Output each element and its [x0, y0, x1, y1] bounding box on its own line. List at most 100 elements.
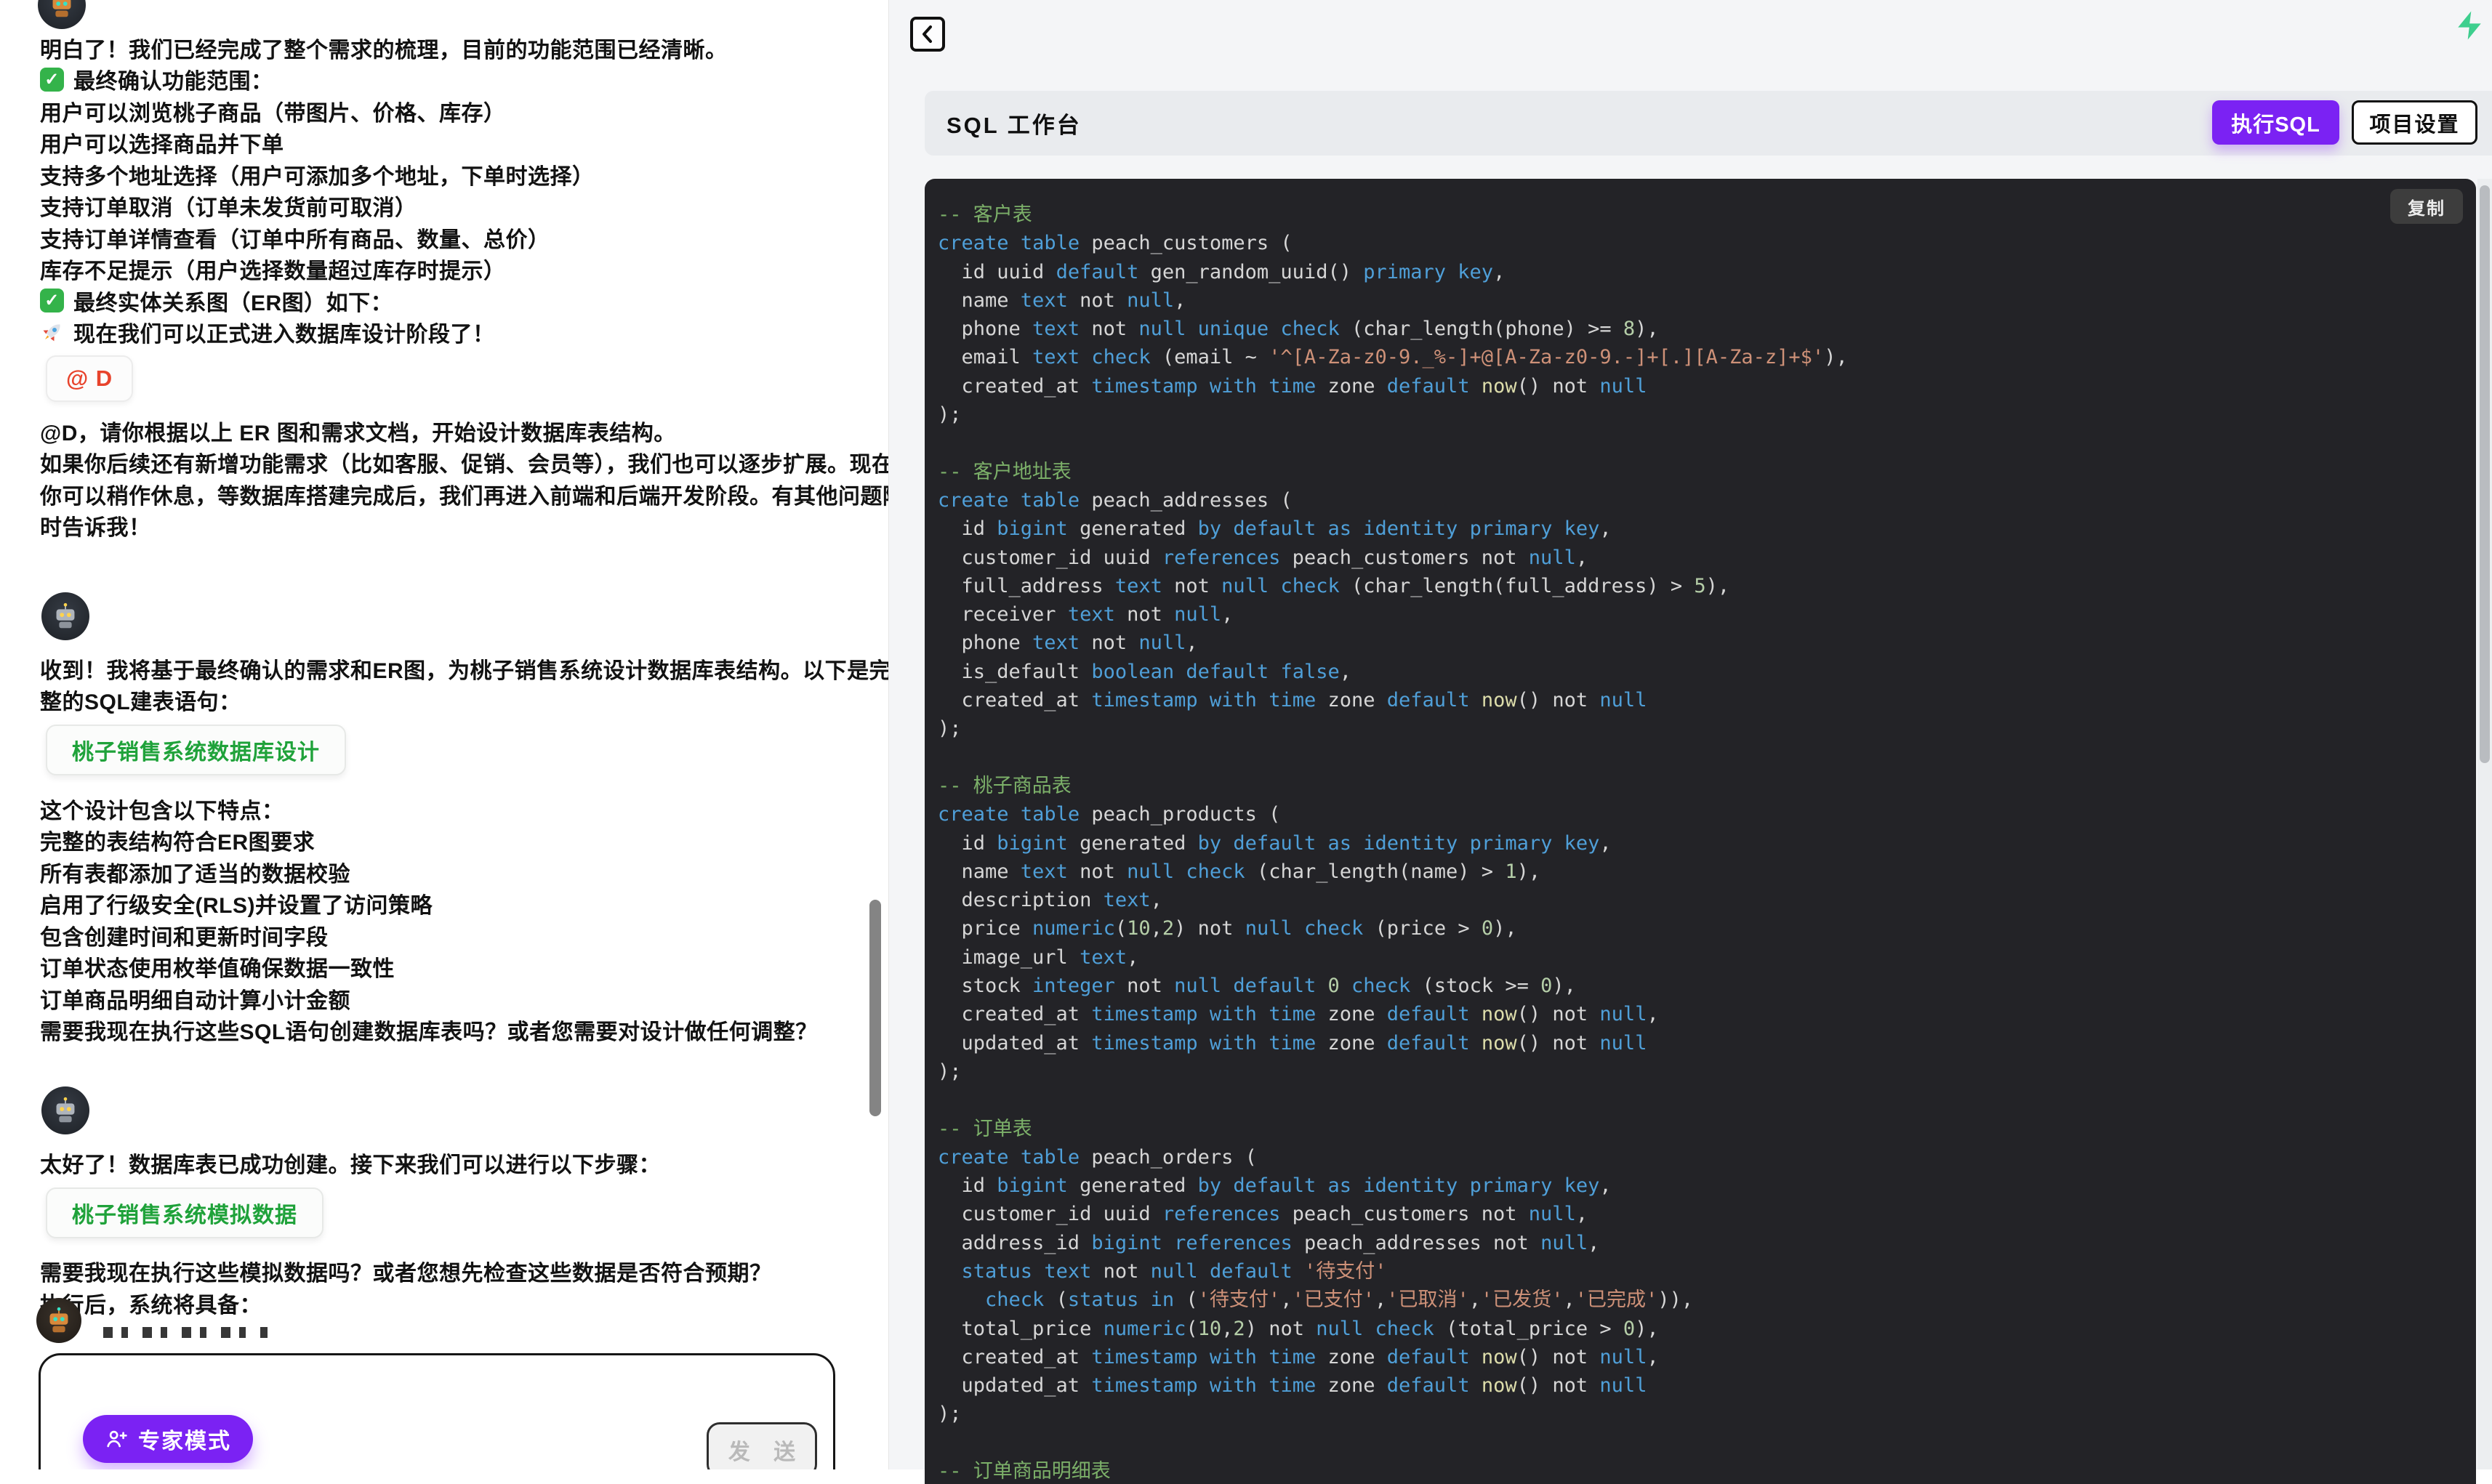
message-input[interactable] [58, 1368, 715, 1408]
code-line: ); [938, 717, 962, 741]
chat-panel: 明白了！我们已经完成了整个需求的梳理，目前的功能范围已经清晰。 ✓ 最终确认功能范围… [0, 0, 888, 1469]
robot-icon [52, 0, 71, 17]
code-line: created_at timestamp with time zone defa… [938, 1003, 1659, 1026]
run-sql-button[interactable]: 执行SQL [2212, 100, 2339, 145]
code-line: -- 客户地址表 [938, 460, 1072, 483]
code-line: create table peach_orders ( [938, 1145, 1257, 1169]
chat-line: 如果你后续还有新增功能需求（比如客服、促销、会员等），我们也可以逐步扩展。现在 [40, 453, 888, 477]
code-line: -- 订单表 [938, 1117, 1032, 1140]
code-line: id uuid default gen_random_uuid() primar… [938, 260, 1506, 283]
chat-line: 订单商品明细自动计算小计金额 [40, 988, 350, 1013]
chat-line: 支持订单取消（订单未发货前可取消） [40, 196, 417, 221]
chat-line: 执行后，系统将具备： [40, 1293, 262, 1318]
code-line: -- 订单商品明细表 [938, 1460, 1111, 1483]
chat-line: 支持多个地址选择（用户可添加多个地址，下单时选择） [40, 164, 595, 189]
expert-mode-label: 专家模式 [138, 1429, 231, 1453]
code-line: create table peach_customers ( [938, 232, 1293, 255]
chat-line: 订单状态使用枚举值确保数据一致性 [40, 957, 395, 982]
code-line: phone text not null unique check (char_l… [938, 318, 1659, 341]
chat-line: 启用了行级安全(RLS)并设置了访问策略 [40, 894, 433, 919]
robot-icon [56, 602, 75, 629]
chat-line: ✓ 最终实体关系图（ER图）如下： [40, 285, 847, 317]
code-line: stock integer not null default 0 check (… [938, 975, 1576, 998]
clipped-text-fragment [103, 1327, 268, 1338]
collapse-panel-button[interactable] [910, 17, 945, 52]
code-line: check (status in ('待支付','已支付','已取消','已发货… [985, 1289, 1694, 1312]
chat-line: 包含创建时间和更新时间字段 [40, 925, 329, 950]
code-line: id bigint generated by default as identi… [938, 831, 1612, 855]
code-line: updated_at timestamp with time zone defa… [938, 1374, 1647, 1398]
code-line: created_at timestamp with time zone defa… [938, 689, 1647, 712]
code-line: created_at timestamp with time zone defa… [938, 374, 1647, 398]
code-line: name text not null check (char_length(na… [938, 860, 1541, 883]
chat-message: 明白了！我们已经完成了整个需求的梳理，目前的功能范围已经清晰。 ✓ 最终确认功能范围… [40, 32, 888, 541]
code-line: customer_id uuid references peach_custom… [938, 1203, 1588, 1226]
message-input-box[interactable]: 专家模式 发 送 [39, 1353, 835, 1469]
chevron-left-icon [923, 25, 932, 43]
send-button[interactable]: 发 送 [707, 1422, 817, 1469]
chat-line: 需要我现在执行这些模拟数据吗？或者您想先检查这些数据是否符合预期？ [40, 1262, 772, 1286]
sql-workbench-panel: SQL 工作台 执行SQL 项目设置 -- 客户表 create table pe… [889, 0, 2492, 1484]
code-line: full_address text not null check (char_l… [938, 574, 1730, 597]
chat-line: ✓ 最终确认功能范围： [40, 64, 847, 96]
code-line: is_default boolean default false, [938, 660, 1352, 683]
sql-code[interactable]: -- 客户表 create table peach_customers ( id … [925, 179, 2476, 1484]
code-line: id bigint generated by default as identi… [938, 517, 1612, 541]
code-line: id bigint generated by default as identi… [938, 1174, 1612, 1198]
chat-message: 太好了！数据库表已成功创建。接下来我们可以进行以下步骤： 桃子销售系统模拟数据需要… [40, 1147, 847, 1319]
code-line: address_id bigint references peach_addre… [938, 1231, 1600, 1254]
expert-person-plus-icon [107, 1430, 127, 1448]
robot-icon [56, 1097, 75, 1123]
chat-line: 用户可以浏览桃子商品（带图片、价格、库存） [40, 101, 506, 126]
code-line: price numeric(10,2) not null check (pric… [938, 917, 1517, 940]
chat-line: 需要我现在执行这些SQL语句创建数据库表吗？或者您需要对设计做任何调整？ [40, 1020, 818, 1045]
code-line: phone text not null, [938, 632, 1198, 655]
chat-line: 你可以稍作休息，等数据库搭建完成后，我们再进入前端和后端开发阶段。有其他问题随 [40, 484, 888, 509]
project-settings-button[interactable]: 项目设置 [2352, 100, 2477, 145]
code-line: name text not null, [938, 289, 1186, 312]
mention-card-d[interactable]: @ D [46, 355, 133, 402]
chat-line: 库存不足提示（用户选择数量超过库存时提示） [40, 259, 506, 284]
code-scrollbar-thumb[interactable] [2480, 185, 2490, 763]
chat-scrollbar-thumb[interactable] [869, 900, 881, 1116]
code-scrollbar-track[interactable] [2477, 179, 2492, 1469]
chat-line: 用户可以选择商品并下单 [40, 133, 284, 158]
code-line: image_url text, [938, 945, 1139, 969]
code-line: -- 客户表 [938, 203, 1032, 226]
code-line: ); [938, 1060, 962, 1083]
code-line: updated_at timestamp with time zone defa… [938, 1031, 1647, 1054]
supabase-bolt-icon [2458, 11, 2481, 40]
code-line: ); [938, 403, 962, 427]
rocket-emoji-icon [40, 320, 65, 344]
user-avatar [36, 1298, 81, 1343]
code-line: created_at timestamp with time zone defa… [938, 1345, 1659, 1368]
code-line: create table peach_addresses ( [938, 488, 1293, 512]
code-line: total_price numeric(10,2) not null check… [938, 1317, 1659, 1340]
check-emoji-icon: ✓ [40, 289, 64, 313]
chat-line: 这个设计包含以下特点： [40, 799, 284, 823]
copy-button[interactable]: 复制 [2390, 189, 2463, 224]
workbench-title: SQL 工作台 [946, 113, 1082, 138]
chat-message: 收到！我将基于最终确认的需求和ER图，为桃子销售系统设计数据库表结构。以下是完整… [40, 653, 888, 1046]
code-line: email text check (email ~ '^[A-Za-z0-9._… [938, 346, 1848, 369]
expert-mode-button[interactable]: 专家模式 [83, 1415, 253, 1463]
artifact-link-card[interactable]: 桃子销售系统数据库设计 [46, 725, 346, 775]
chat-line: 完整的表结构符合ER图要求 [40, 831, 315, 855]
chat-line: @D，请你根据以上 ER 图和需求文档，开始设计数据库表结构。 [40, 421, 676, 445]
chat-line: 现在我们可以正式进入数据库设计阶段了！ [40, 317, 847, 349]
chat-line: 收到！我将基于最终确认的需求和ER图，为桃子销售系统设计数据库表结构。以下是完 [40, 658, 888, 683]
workbench-header: SQL 工作台 执行SQL 项目设置 [925, 91, 2492, 156]
chat-line: 所有表都添加了适当的数据校验 [40, 862, 350, 887]
artifact-link-card[interactable]: 桃子销售系统模拟数据 [46, 1187, 323, 1238]
chat-line: 明白了！我们已经完成了整个需求的梳理，目前的功能范围已经清晰。 [40, 38, 728, 62]
chat-line: 时告诉我！ [40, 516, 151, 541]
chat-line: 太好了！数据库表已成功创建。接下来我们可以进行以下步骤： [40, 1153, 661, 1177]
code-line: customer_id uuid references peach_custom… [938, 546, 1588, 569]
robot-icon [49, 1307, 68, 1333]
code-line: status text not null default '待支付' [961, 1259, 1387, 1283]
code-line: create table peach_products ( [938, 803, 1281, 826]
